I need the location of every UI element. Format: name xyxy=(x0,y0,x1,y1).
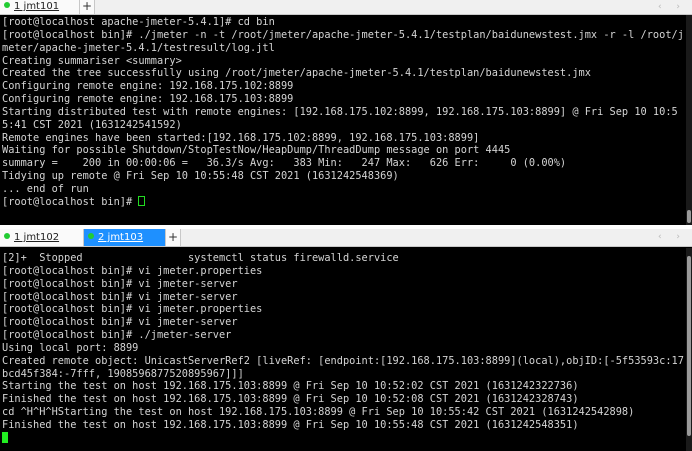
terminal-line-text: [root@localhost bin]# vi jmeter-server xyxy=(2,277,238,290)
terminal-line: [root@localhost bin]# vi jmeter-server xyxy=(2,291,686,304)
bottom-terminal-scrollbar[interactable] xyxy=(686,248,692,451)
tab-jmt101[interactable]: 1 jmt101 xyxy=(0,0,80,14)
terminal-line-text: [root@localhost apache-jmeter-5.4.1]# cd… xyxy=(2,16,275,28)
terminal-line: [2]+ Stopped systemctl status firewalld.… xyxy=(2,252,686,265)
terminal-line-text: Finished the test on host 192.168.175.10… xyxy=(2,393,579,406)
connection-status-icon xyxy=(88,233,94,239)
terminal-line: Starting distributed test with remote en… xyxy=(2,106,686,132)
terminal-line: Starting the test on host 192.168.175.10… xyxy=(2,380,686,393)
terminal-line-text: [root@localhost bin]# vi jmeter.properti… xyxy=(2,303,263,316)
tab-label: 1 jmt101 xyxy=(14,1,60,12)
bottom-tab-bar: 1 jmt102 2 jmt103 + ‹ › xyxy=(0,229,692,247)
terminal-line: [root@localhost bin]# vi jmeter-server xyxy=(2,316,686,329)
tab-jmt102[interactable]: 1 jmt102 xyxy=(0,229,84,246)
terminal-line-text: Starting the test on host 192.168.175.10… xyxy=(2,380,579,393)
terminal-line-text: [root@localhost bin]# ./jmeter-server xyxy=(2,329,232,342)
terminal-line-text: [root@localhost bin]# xyxy=(2,195,139,208)
terminal-line: Created remote object: UnicastServerRef2… xyxy=(2,355,686,381)
top-terminal-output[interactable]: [root@localhost apache-jmeter-5.4.1]# cd… xyxy=(0,15,686,225)
terminal-line-text: Tidying up remote @ Fri Sep 10 10:55:48 … xyxy=(2,170,399,183)
terminal-line-text: Remote engines have been started:[192.16… xyxy=(2,131,480,144)
terminal-line: [root@localhost bin]# vi jmeter.properti… xyxy=(2,303,686,316)
scroll-thumb[interactable] xyxy=(687,210,691,223)
terminal-line: Configuring remote engine: 192.168.175.1… xyxy=(2,80,686,93)
terminal-line-text: [2]+ Stopped systemctl status firewalld.… xyxy=(2,252,399,264)
tab-label: 1 jmt102 xyxy=(14,232,60,243)
terminal-line: cd ^H^H^HStarting the test on host 192.1… xyxy=(2,406,686,419)
terminal-line-text: Configuring remote engine: 192.168.175.1… xyxy=(2,93,294,106)
terminal-line-text: [root@localhost bin]# vi jmeter-server xyxy=(2,316,238,329)
cursor-icon xyxy=(2,431,8,443)
top-terminal-scrollbar[interactable] xyxy=(686,15,692,225)
tab-label: 2 jmt103 xyxy=(98,232,144,243)
terminal-line: Using local port: 8899 xyxy=(2,342,686,355)
add-tab-button[interactable]: + xyxy=(166,229,181,246)
terminal-line-text: Creating summariser <summary> xyxy=(2,54,182,67)
terminal-line: ... end of run xyxy=(2,183,686,196)
terminal-line-text: [root@localhost bin]# vi jmeter-server xyxy=(2,290,238,303)
connection-status-icon xyxy=(4,2,10,8)
terminal-line: Remote engines have been started:[192.16… xyxy=(2,132,686,145)
terminal-line: [root@localhost bin]# vi jmeter.properti… xyxy=(2,265,686,278)
terminal-line: Finished the test on host 192.168.175.10… xyxy=(2,393,686,406)
terminal-line-text: Finished the test on host 192.168.175.10… xyxy=(2,418,579,431)
terminal-line: Configuring remote engine: 192.168.175.1… xyxy=(2,93,686,106)
scroll-thumb[interactable] xyxy=(687,256,691,436)
terminal-line-text: [root@localhost bin]# ./jmeter -n -t /ro… xyxy=(2,28,684,54)
bottom-terminal-output[interactable]: [2]+ Stopped systemctl status firewalld.… xyxy=(0,248,686,451)
terminal-line: Created the tree successfully using /roo… xyxy=(2,67,686,80)
terminal-line: [root@localhost apache-jmeter-5.4.1]# cd… xyxy=(2,16,686,29)
terminal-line-text: [root@localhost bin]# vi jmeter.properti… xyxy=(2,264,263,277)
terminal-line-text: Created the tree successfully using /roo… xyxy=(2,67,591,80)
terminal-line-text: Waiting for possible Shutdown/StopTestNo… xyxy=(2,144,511,157)
tab-jmt103[interactable]: 2 jmt103 xyxy=(84,229,166,246)
terminal-line: [root@localhost bin]# xyxy=(2,195,686,209)
terminal-line: summary = 200 in 00:00:06 = 36.3/s Avg: … xyxy=(2,157,686,170)
terminal-line: Waiting for possible Shutdown/StopTestNo… xyxy=(2,144,686,157)
cursor-icon xyxy=(138,195,146,206)
tab-scroll-arrows-icon[interactable]: ‹ › xyxy=(658,229,686,246)
terminal-line: [root@localhost bin]# ./jmeter-server xyxy=(2,329,686,342)
terminal-line: [root@localhost bin]# ./jmeter -n -t /ro… xyxy=(2,29,686,55)
terminal-line: [root@localhost bin]# vi jmeter-server xyxy=(2,278,686,291)
terminal-line-text: Starting distributed test with remote en… xyxy=(2,105,678,131)
terminal-line: Finished the test on host 192.168.175.10… xyxy=(2,419,686,432)
terminal-line-text: summary = 200 in 00:00:06 = 36.3/s Avg: … xyxy=(2,157,567,170)
add-tab-button[interactable]: + xyxy=(80,0,95,14)
terminal-line-text: Created remote object: UnicastServerRef2… xyxy=(2,354,684,380)
terminal-line: Creating summariser <summary> xyxy=(2,55,686,68)
terminal-line-text: Using local port: 8899 xyxy=(2,341,139,354)
terminal-line: Tidying up remote @ Fri Sep 10 10:55:48 … xyxy=(2,170,686,183)
connection-status-icon xyxy=(4,233,10,239)
terminal-line-text: Configuring remote engine: 192.168.175.1… xyxy=(2,80,294,93)
terminal-line-text: cd ^H^H^HStarting the test on host 192.1… xyxy=(2,406,635,419)
terminal-line-text: ... end of run xyxy=(2,182,89,195)
terminal-line xyxy=(2,431,686,445)
top-tab-bar: 1 jmt101 + ‹ › xyxy=(0,0,692,15)
tab-scroll-arrows-icon[interactable]: ‹ › xyxy=(658,0,686,14)
